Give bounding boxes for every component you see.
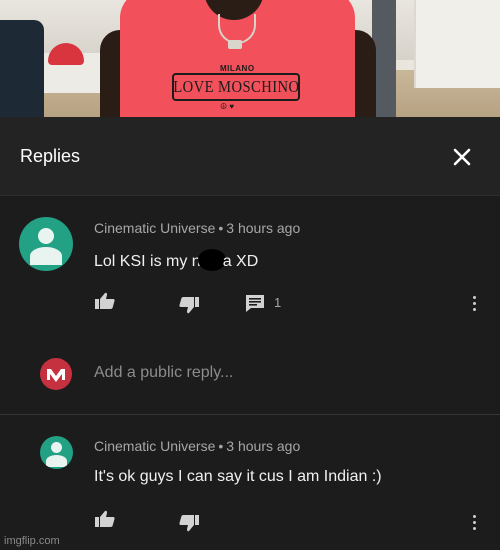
avatar-head — [38, 228, 54, 244]
comment-time[interactable]: 3 hours ago — [226, 438, 300, 454]
replies-title: Replies — [20, 146, 81, 166]
avatar[interactable] — [19, 217, 73, 271]
room-window — [414, 0, 500, 88]
censor-blot — [197, 249, 226, 271]
my-avatar[interactable] — [40, 358, 72, 390]
shirt-logo: LOVE MOSCHINO — [172, 73, 300, 101]
replies-panel: Replies Cinematic Universe • 3 hours ago L… — [0, 117, 500, 550]
thumbs-up-icon[interactable] — [94, 509, 116, 529]
channel-logo-icon — [47, 369, 65, 382]
comment-time[interactable]: 3 hours ago — [226, 220, 300, 236]
comment-author[interactable]: Cinematic Universe — [94, 220, 215, 236]
close-button[interactable] — [446, 141, 478, 173]
replies-header: Replies — [0, 117, 500, 196]
person: MILANO LOVE MOSCHINO ☮ ♥ — [100, 0, 376, 117]
comment-text: It's ok guys I can say it cus I am India… — [94, 468, 382, 485]
comment-meta: Cinematic Universe • 3 hours ago — [94, 438, 300, 454]
comment-meta: Cinematic Universe • 3 hours ago — [94, 220, 300, 236]
more-vert-icon[interactable] — [473, 296, 477, 314]
meta-separator: • — [218, 438, 224, 454]
comment-text: Lol KSI is my n a XD — [94, 249, 258, 271]
comment-text-start: Lol KSI is my n — [94, 253, 201, 270]
watermark: imgflip.com — [4, 535, 60, 547]
shirt-brand-text: LOVE MOSCHINO — [172, 77, 300, 96]
shirt-logo-symbol: ☮ ♥ — [220, 102, 235, 111]
avatar-head — [51, 442, 62, 453]
close-icon — [453, 148, 471, 166]
video-frame[interactable]: MILANO LOVE MOSCHINO ☮ ♥ — [0, 0, 500, 117]
comment-text-end: a XD — [222, 253, 259, 270]
avatar-body — [46, 455, 67, 467]
more-vert-icon[interactable] — [473, 515, 477, 533]
comment-author[interactable]: Cinematic Universe — [94, 438, 215, 454]
chair-left — [0, 20, 44, 117]
avatar[interactable] — [40, 436, 73, 469]
shirt-small-text: MILANO — [220, 64, 255, 73]
comment-icon[interactable] — [245, 294, 265, 313]
pendant — [228, 40, 242, 49]
avatar-body — [30, 247, 62, 265]
meta-separator: • — [218, 220, 224, 236]
thumbs-up-icon[interactable] — [94, 291, 116, 311]
thumbs-down-icon[interactable] — [178, 295, 200, 315]
divider — [0, 414, 500, 415]
thumbs-down-icon[interactable] — [178, 513, 200, 533]
reply-input[interactable] — [94, 364, 454, 382]
reply-count: 1 — [274, 295, 282, 310]
